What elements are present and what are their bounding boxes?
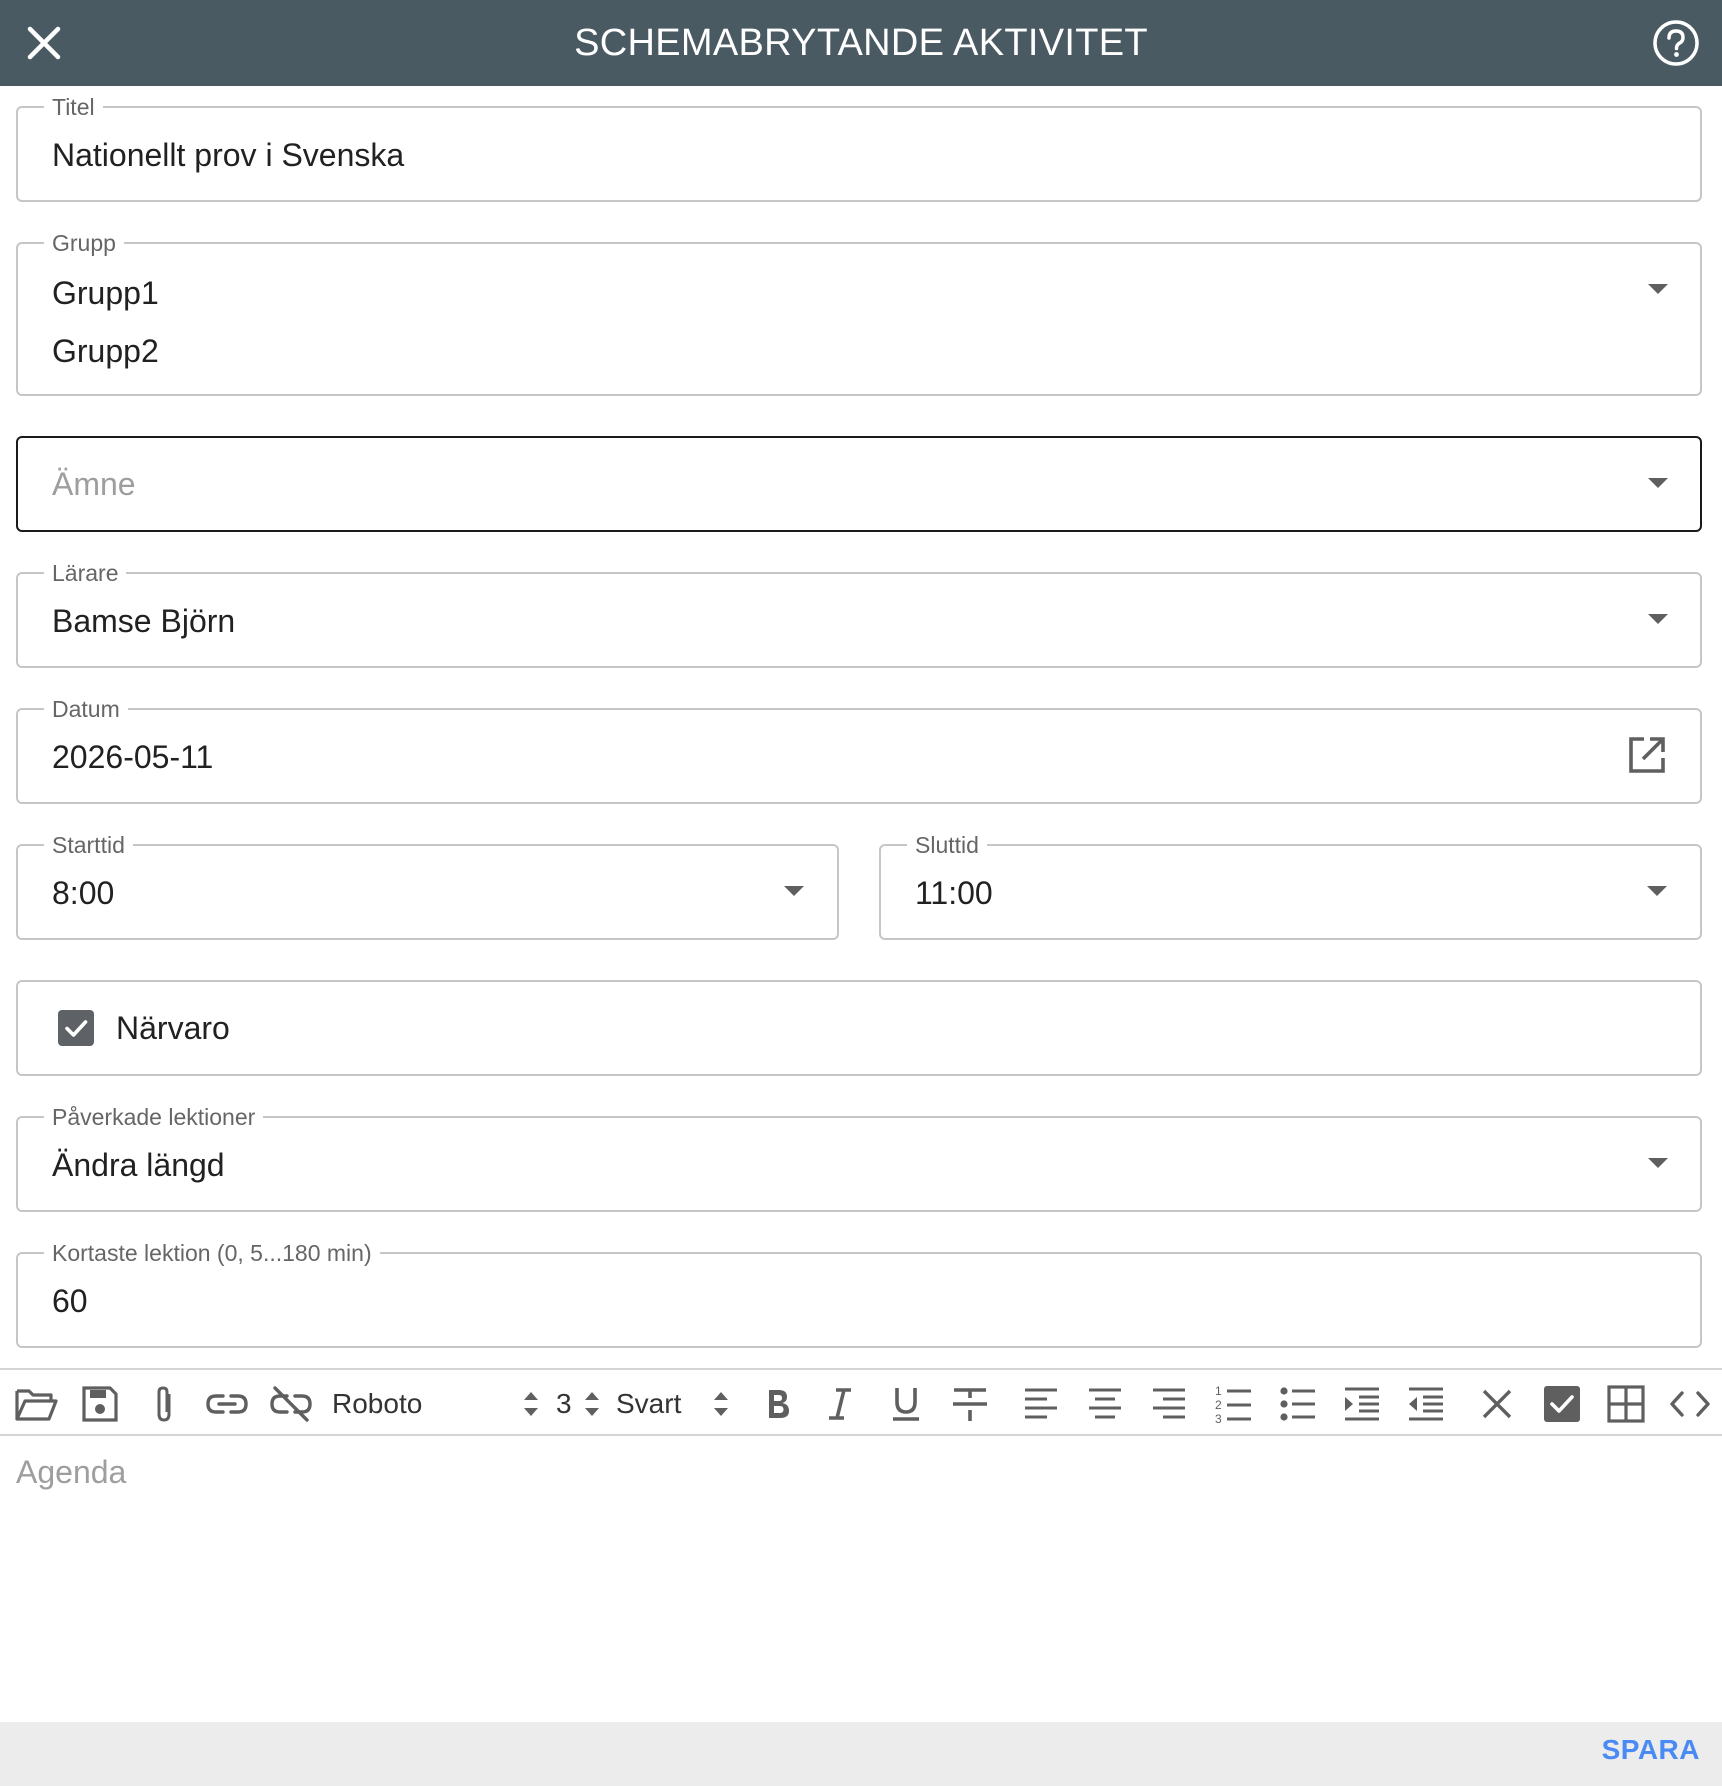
- unordered-list-icon[interactable]: [1278, 1384, 1318, 1424]
- title-label: Titel: [44, 94, 103, 120]
- save-button[interactable]: SPARA: [1602, 1734, 1700, 1766]
- chevron-down-icon[interactable]: [1647, 886, 1667, 896]
- font-size-select[interactable]: 3: [556, 1384, 572, 1424]
- font-family-spinner-icon[interactable]: [522, 1388, 540, 1420]
- end-time-label: Sluttid: [907, 832, 987, 858]
- check-icon: [65, 1020, 88, 1037]
- open-folder-icon[interactable]: [14, 1384, 58, 1424]
- clear-format-icon[interactable]: [1478, 1384, 1516, 1424]
- shortest-lesson-label: Kortaste lektion (0, 5...180 min): [44, 1240, 380, 1266]
- underline-icon[interactable]: [888, 1384, 924, 1424]
- font-color-spinner-icon[interactable]: [712, 1388, 730, 1420]
- attachment-icon[interactable]: [144, 1384, 184, 1424]
- chevron-down-icon[interactable]: [1648, 1158, 1668, 1168]
- dialog-title: SCHEMABRYTANDE AKTIVITET: [574, 22, 1148, 64]
- date-value[interactable]: 2026-05-11: [52, 738, 213, 776]
- teacher-value: Bamse Björn: [52, 603, 236, 639]
- indent-icon[interactable]: [1342, 1384, 1382, 1424]
- title-value[interactable]: Nationellt prov i Svenska: [52, 136, 404, 174]
- teacher-label: Lärare: [44, 560, 127, 586]
- attendance-checkbox[interactable]: [58, 1010, 94, 1046]
- link-icon[interactable]: [204, 1384, 250, 1424]
- table-icon[interactable]: [1606, 1384, 1646, 1424]
- unlink-icon[interactable]: [268, 1384, 314, 1424]
- group-select[interactable]: Grupp Grupp1 Grupp2: [16, 230, 1702, 396]
- chevron-down-icon[interactable]: [1648, 614, 1668, 624]
- start-time-select[interactable]: Starttid 8:00: [16, 832, 839, 940]
- align-right-icon[interactable]: [1150, 1384, 1188, 1424]
- help-circle-icon[interactable]: [1652, 19, 1700, 67]
- font-color-select[interactable]: Svart: [616, 1384, 681, 1424]
- agenda-editor[interactable]: Agenda: [0, 1436, 1722, 1722]
- date-label: Datum: [44, 696, 128, 722]
- affected-lessons-select[interactable]: Påverkade lektioner Ändra längd: [16, 1104, 1702, 1212]
- strikethrough-icon[interactable]: [950, 1384, 990, 1424]
- title-field[interactable]: Titel Nationellt prov i Svenska: [16, 94, 1702, 202]
- font-family-select[interactable]: Roboto: [332, 1384, 422, 1424]
- start-time-value: 8:00: [52, 875, 115, 911]
- start-time-label: Starttid: [44, 832, 133, 858]
- group-chip-1: Grupp1: [52, 275, 159, 311]
- group-label: Grupp: [44, 230, 124, 256]
- svg-text:3: 3: [1215, 1412, 1222, 1424]
- open-in-new-icon[interactable]: [1626, 734, 1668, 776]
- attendance-box: Närvaro: [16, 980, 1702, 1076]
- outdent-icon[interactable]: [1406, 1384, 1446, 1424]
- teacher-select[interactable]: Lärare Bamse Björn: [16, 560, 1702, 668]
- italic-icon[interactable]: [824, 1384, 856, 1424]
- bold-icon[interactable]: [762, 1384, 794, 1424]
- save-disk-icon[interactable]: [80, 1384, 120, 1424]
- subject-placeholder: Ämne: [52, 466, 136, 502]
- chevron-down-icon[interactable]: [1648, 284, 1668, 294]
- chevron-down-icon[interactable]: [784, 886, 804, 896]
- editor-toolbar: Roboto 3 Svart 123: [0, 1368, 1722, 1436]
- affected-lessons-label: Påverkade lektioner: [44, 1104, 264, 1130]
- svg-text:1: 1: [1215, 1384, 1222, 1398]
- align-left-icon[interactable]: [1022, 1384, 1060, 1424]
- attendance-label: Närvaro: [116, 1010, 230, 1046]
- chevron-down-icon[interactable]: [1648, 478, 1668, 488]
- shortest-lesson-field[interactable]: Kortaste lektion (0, 5...180 min) 60: [16, 1240, 1702, 1348]
- svg-text:2: 2: [1215, 1398, 1222, 1412]
- app-header: SCHEMABRYTANDE AKTIVITET: [0, 0, 1722, 86]
- code-icon[interactable]: [1668, 1384, 1712, 1424]
- checkbox-icon[interactable]: [1542, 1384, 1582, 1424]
- subject-select[interactable]: Ämne: [16, 436, 1702, 532]
- dialog-footer: SPARA: [0, 1722, 1722, 1786]
- shortest-lesson-value[interactable]: 60: [52, 1282, 88, 1320]
- affected-lessons-value: Ändra längd: [52, 1147, 225, 1183]
- date-field[interactable]: Datum 2026-05-11: [16, 696, 1702, 804]
- align-center-icon[interactable]: [1086, 1384, 1124, 1424]
- end-time-select[interactable]: Sluttid 11:00: [879, 832, 1702, 940]
- agenda-placeholder: Agenda: [16, 1454, 127, 1490]
- font-size-spinner-icon[interactable]: [583, 1388, 601, 1420]
- ordered-list-icon[interactable]: 123: [1214, 1384, 1254, 1424]
- end-time-value: 11:00: [915, 875, 993, 911]
- group-chip-2: Grupp2: [52, 333, 159, 369]
